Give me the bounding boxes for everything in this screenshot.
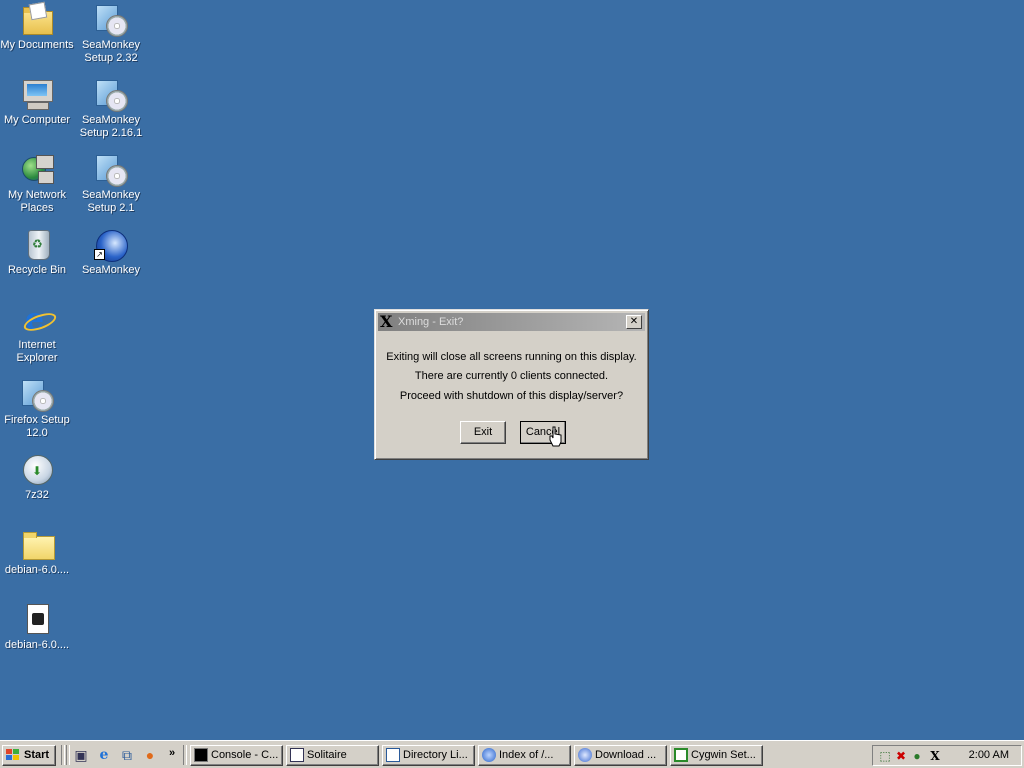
- task-button-download[interactable]: Download ...: [574, 745, 667, 766]
- desktop-icon-seamonkey-setup-2-1[interactable]: SeaMonkey Setup 2.1: [74, 153, 148, 215]
- start-label: Start: [24, 749, 50, 761]
- desktop-icon-label: Firefox Setup 12.0: [4, 414, 70, 439]
- task-label: Index of /...: [499, 749, 554, 761]
- network-places-icon: [20, 153, 54, 187]
- desktop-icon-label: 7z32: [25, 489, 49, 501]
- close-button[interactable]: ✕: [626, 315, 642, 329]
- desktop-icon-label: debian-6.0....: [4, 564, 70, 576]
- desktop-icon-debian-folder[interactable]: debian-6.0....: [0, 528, 74, 577]
- 7zip-installer-icon: [20, 453, 54, 487]
- taskbar-separator: [61, 745, 65, 765]
- dialog-message-line-2: There are currently 0 clients connected.: [414, 370, 609, 382]
- desktop-icon-seamonkey[interactable]: ↗ SeaMonkey: [74, 228, 148, 277]
- console-icon: [194, 748, 208, 762]
- start-button[interactable]: Start: [2, 745, 56, 766]
- seamonkey-icon: ↗: [94, 228, 128, 262]
- dialog-title: Xming - Exit?: [398, 316, 464, 328]
- my-computer-icon: [20, 78, 54, 112]
- firefox-quicklaunch-icon[interactable]: ●: [142, 747, 158, 763]
- desktop-icon-label: Recycle Bin: [7, 264, 67, 276]
- firefox-setup-icon: [20, 378, 54, 412]
- internet-explorer-icon: e: [20, 303, 59, 337]
- exit-button[interactable]: Exit: [460, 421, 506, 444]
- chevron-right-icon[interactable]: »: [169, 747, 175, 759]
- task-label: Solitaire: [307, 749, 347, 761]
- dialog-titlebar[interactable]: X Xming - Exit? ✕: [378, 313, 645, 331]
- recycle-bin-icon: [20, 228, 54, 262]
- mouse-pointer-icon: [549, 426, 562, 447]
- desktop-icon-recycle-bin[interactable]: Recycle Bin: [0, 228, 74, 277]
- close-icon: ✕: [629, 316, 639, 327]
- tray-app-icon[interactable]: ⬚: [877, 748, 893, 764]
- xming-logo-icon: X: [380, 312, 393, 331]
- desktop-icon-my-network-places[interactable]: My Network Places: [0, 153, 74, 215]
- desktop-icon-internet-explorer[interactable]: e Internet Explorer: [0, 303, 74, 365]
- shortcut-arrow-icon: ↗: [94, 249, 105, 260]
- desktop-icon-label: My Computer: [3, 114, 71, 126]
- task-label: Directory Li...: [403, 749, 468, 761]
- desktop-icon-label: My Network Places: [7, 189, 67, 214]
- my-documents-icon: [20, 3, 54, 37]
- task-button-directory-listing[interactable]: Directory Li...: [382, 745, 475, 766]
- xming-exit-dialog: X Xming - Exit? ✕ Exiting will close all…: [374, 309, 649, 460]
- file-icon: [20, 603, 54, 637]
- seamonkey-setup-icon: [94, 153, 128, 187]
- desktop-icon-seamonkey-setup-2-16-1[interactable]: SeaMonkey Setup 2.16.1: [74, 78, 148, 140]
- folder-icon: [20, 528, 55, 562]
- dialog-message-line-3: Proceed with shutdown of this display/se…: [399, 390, 624, 402]
- seamonkey-setup-icon: [94, 78, 128, 112]
- solitaire-icon: [290, 748, 304, 762]
- desktop-icon-debian-file[interactable]: debian-6.0....: [0, 603, 74, 652]
- desktop-icon-7z32[interactable]: 7z32: [0, 453, 74, 502]
- network-disconnected-icon[interactable]: ✖: [893, 748, 909, 764]
- task-label: Download ...: [595, 749, 657, 761]
- desktop-icon-my-computer[interactable]: My Computer: [0, 78, 74, 127]
- task-label: Console - C...: [211, 749, 279, 761]
- desktop-icon-seamonkey-setup-2-32[interactable]: SeaMonkey Setup 2.32: [74, 3, 148, 65]
- system-tray: ⬚ ✖ ● X 2:00 AM: [872, 745, 1022, 766]
- network-quicklaunch-icon[interactable]: ⧉: [119, 747, 135, 763]
- browser-icon: [386, 748, 400, 762]
- show-desktop-icon[interactable]: ▣: [73, 747, 89, 763]
- desktop-icon-my-documents[interactable]: My Documents: [0, 3, 74, 52]
- taskbar: Start ▣ e ⧉ ● » Console - C... Solitaire…: [0, 740, 1024, 768]
- dialog-message-line-1: Exiting will close all screens running o…: [386, 351, 637, 363]
- desktop-icon-label: SeaMonkey Setup 2.32: [81, 39, 141, 64]
- task-button-cygwin-setup[interactable]: Cygwin Set...: [670, 745, 763, 766]
- seamonkey-icon: [482, 748, 496, 762]
- desktop-icon-label: SeaMonkey Setup 2.1: [81, 189, 141, 214]
- cygwin-icon: [674, 748, 688, 762]
- windows-logo-icon: [6, 749, 20, 761]
- task-button-solitaire[interactable]: Solitaire: [286, 745, 379, 766]
- tray-globe-icon[interactable]: ●: [909, 748, 925, 764]
- desktop-icon-label: Internet Explorer: [16, 339, 58, 364]
- desktop-icon-label: SeaMonkey Setup 2.16.1: [79, 114, 143, 139]
- taskbar-separator: [66, 745, 70, 765]
- desktop-icon-firefox-setup[interactable]: Firefox Setup 12.0: [0, 378, 74, 440]
- task-button-console[interactable]: Console - C...: [190, 745, 283, 766]
- desktop-icon-label: My Documents: [0, 39, 74, 51]
- internet-explorer-quicklaunch-icon[interactable]: e: [96, 747, 112, 763]
- task-label: Cygwin Set...: [691, 749, 756, 761]
- task-button-index-of[interactable]: Index of /...: [478, 745, 571, 766]
- clock[interactable]: 2:00 AM: [969, 749, 1009, 761]
- desktop-icon-label: SeaMonkey: [81, 264, 141, 276]
- xming-tray-icon[interactable]: X: [927, 748, 943, 764]
- seamonkey-setup-icon: [94, 3, 128, 37]
- desktop-icon-label: debian-6.0....: [4, 639, 70, 651]
- taskbar-separator: [183, 745, 187, 765]
- download-icon: [578, 748, 592, 762]
